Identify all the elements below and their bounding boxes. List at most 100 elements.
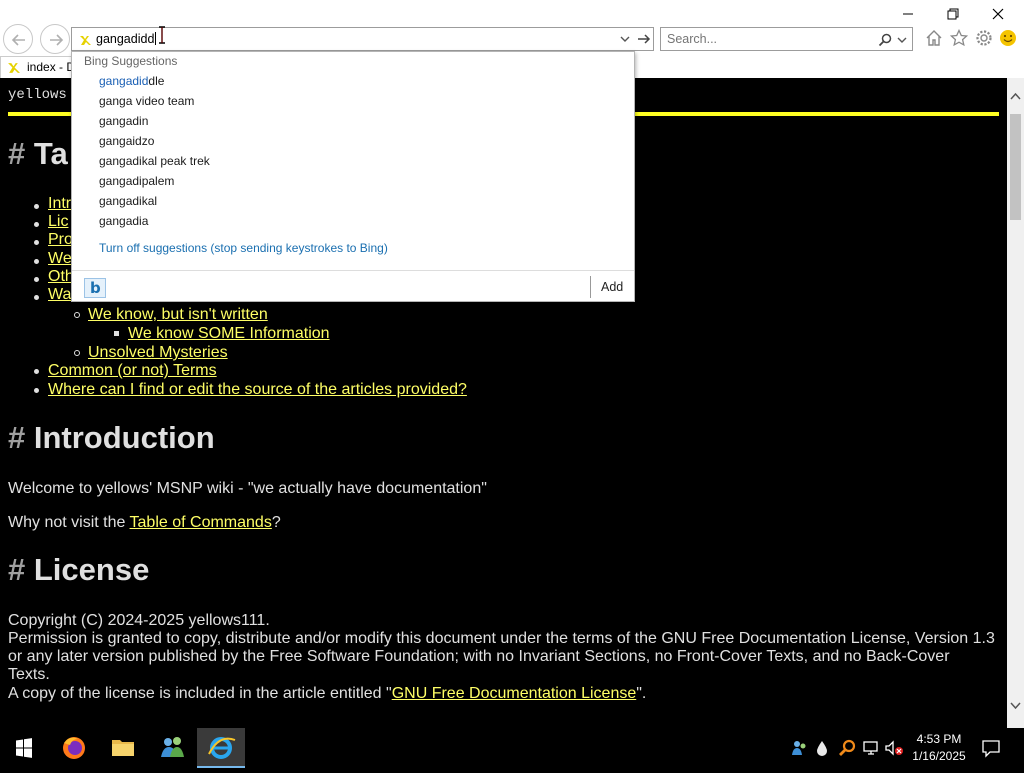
home-icon[interactable] [925, 29, 943, 47]
toc-link[interactable]: Intr [48, 195, 71, 213]
back-button[interactable] [3, 24, 33, 54]
bullet [34, 204, 39, 209]
tab-label: index - D [27, 60, 76, 74]
folder-icon [112, 740, 134, 756]
taskbar-file-explorer[interactable] [99, 728, 147, 768]
bing-search-provider-button[interactable]: b [84, 278, 106, 298]
paragraph: Texts. [8, 666, 50, 683]
close-button[interactable] [988, 4, 1008, 24]
volume-muted-icon[interactable] [884, 739, 906, 757]
bullet [34, 222, 39, 227]
divider [590, 276, 591, 298]
search-box[interactable] [660, 27, 913, 51]
suggestion-item[interactable]: gangadiddle [99, 74, 164, 88]
suggestion-item[interactable]: gangadin [99, 114, 148, 128]
bullet [34, 369, 39, 374]
chevron-down-icon[interactable] [620, 35, 630, 43]
navigation-bar: gangadidd [0, 0, 1024, 56]
section-heading: # License [8, 552, 150, 587]
browser-window: gangadidd index - D yellows # Ta Intr [0, 0, 1024, 728]
toc-link[interactable]: Unsolved Mysteries [88, 344, 228, 362]
suggestion-item[interactable]: gangadipalem [99, 174, 174, 188]
water-drop-icon[interactable] [815, 739, 829, 757]
restore-button[interactable] [943, 4, 963, 24]
paragraph: Welcome to yellows' MSNP wiki - "we actu… [8, 480, 487, 497]
toc-link[interactable]: Pro [48, 231, 73, 249]
turn-off-suggestions-link[interactable]: Turn off suggestions (stop sending keyst… [99, 241, 388, 255]
chevron-down-icon[interactable] [897, 36, 907, 44]
forward-button[interactable] [40, 24, 70, 54]
feedback-smiley-icon[interactable] [999, 29, 1017, 47]
suggestions-footer: b Add [72, 270, 634, 302]
taskbar-people-app[interactable] [148, 728, 196, 768]
scroll-thumb[interactable] [1010, 114, 1021, 220]
search-tray-icon[interactable] [838, 739, 856, 757]
table-of-commands-link[interactable]: Table of Commands [130, 514, 272, 531]
bing-logo-icon: b [90, 279, 101, 297]
taskbar: 4:53 PM 1/16/2025 [0, 728, 1024, 768]
suggestion-item[interactable]: gangadikal peak trek [99, 154, 210, 168]
gear-icon[interactable] [975, 29, 993, 47]
paragraph: Permission is granted to copy, distribut… [8, 630, 995, 647]
paragraph: A copy of the license is included in the… [8, 685, 647, 702]
tab-index[interactable]: index - D [0, 56, 78, 78]
heading-anchor[interactable]: # [8, 552, 25, 587]
suggestion-item[interactable]: gangadia [99, 214, 148, 228]
text-cursor-icon [159, 26, 165, 44]
paragraph: Copyright (C) 2024-2025 yellows111. [8, 612, 270, 629]
heading-anchor[interactable]: # [8, 136, 25, 171]
minimize-button[interactable] [898, 4, 918, 24]
site-favicon-icon [8, 63, 20, 73]
suggestion-item[interactable]: gangadikal [99, 194, 157, 208]
toc-link[interactable]: Oth [48, 268, 74, 286]
bullet [34, 277, 39, 282]
bullet [74, 312, 80, 318]
heading-anchor[interactable]: # [8, 420, 25, 455]
toc-link[interactable]: We [48, 250, 72, 268]
system-clock[interactable]: 4:53 PM 1/16/2025 [906, 731, 972, 765]
scroll-up-icon[interactable] [1010, 92, 1021, 102]
toc-link[interactable]: Where can I find or edit the source of t… [48, 381, 467, 399]
bullet [34, 240, 39, 245]
taskbar-internet-explorer[interactable] [197, 728, 245, 768]
toc-link[interactable]: Wa [48, 286, 71, 304]
toc-link[interactable]: We know SOME Information [128, 325, 330, 343]
section-heading: # Introduction [8, 420, 215, 455]
search-icon[interactable] [878, 33, 892, 47]
people-icon [161, 737, 184, 757]
gnu-fdl-link[interactable]: GNU Free Documentation License [392, 685, 637, 702]
toc-link[interactable]: Common (or not) Terms [48, 362, 217, 380]
address-text[interactable]: gangadidd [96, 32, 157, 46]
toc-heading: # Ta [8, 136, 68, 171]
clock-time: 4:53 PM [916, 732, 962, 746]
people-tray-icon[interactable] [790, 739, 808, 757]
bullet [74, 350, 80, 356]
go-arrow-icon[interactable] [637, 32, 651, 46]
paragraph: Why not visit the Table of Commands? [8, 514, 281, 531]
notifications-icon[interactable] [980, 737, 1002, 759]
paragraph: or any later version published by the Fr… [8, 648, 950, 665]
bullet [34, 259, 39, 264]
windows-logo-icon [16, 738, 32, 758]
suggestion-item[interactable]: ganga video team [99, 94, 194, 108]
suggestions-header: Bing Suggestions [84, 54, 178, 68]
search-input[interactable] [667, 32, 867, 46]
bullet [114, 331, 119, 336]
firefox-icon [63, 737, 85, 759]
bullet [34, 295, 39, 300]
toc-link[interactable]: We know, but isn't written [88, 306, 268, 324]
start-button[interactable] [0, 728, 48, 768]
bullet [34, 388, 39, 393]
network-icon[interactable] [862, 739, 880, 757]
add-provider-button[interactable]: Add [601, 280, 623, 294]
back-arrow-icon [11, 34, 25, 46]
vertical-scrollbar[interactable] [1007, 78, 1024, 728]
suggestions-dropdown: Bing Suggestions gangadiddle ganga video… [71, 51, 635, 302]
scroll-down-icon[interactable] [1010, 700, 1021, 710]
toc-link[interactable]: Lic [48, 213, 68, 231]
suggestion-item[interactable]: gangaidzo [99, 134, 154, 148]
internet-explorer-icon [208, 737, 236, 759]
taskbar-firefox[interactable] [50, 728, 98, 768]
favorites-star-icon[interactable] [950, 29, 968, 47]
text-caret [155, 32, 157, 45]
